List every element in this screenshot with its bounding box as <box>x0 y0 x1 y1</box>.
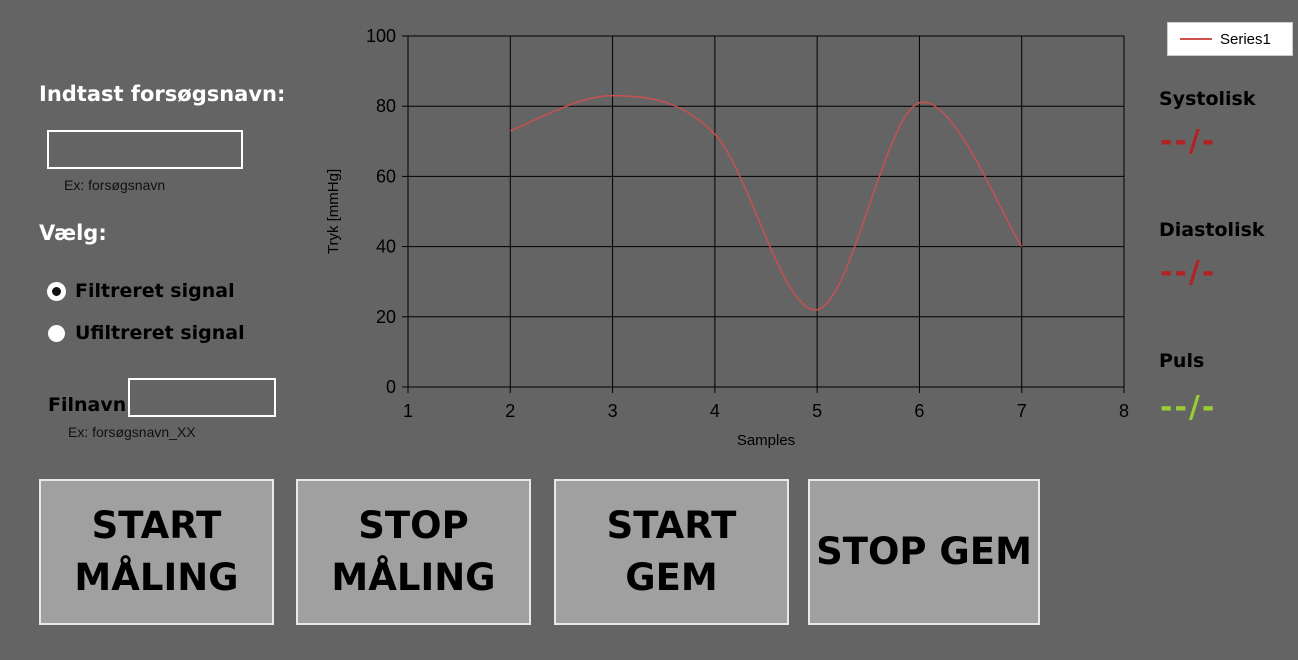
radio-filtered-button[interactable] <box>48 282 65 300</box>
y-tick-label: 100 <box>366 26 396 46</box>
pulse-label: Puls <box>1159 350 1205 372</box>
chart-ticks: 1 2 3 4 5 6 7 8020406080100 <box>366 26 1129 421</box>
x-tick-label: 6 <box>914 401 924 421</box>
filename-input[interactable] <box>128 378 276 417</box>
radio-unfiltered-label: Ufiltreret signal <box>75 322 245 344</box>
stop-measure-button[interactable]: STOP MÅLING <box>296 479 531 625</box>
y-tick-label: 20 <box>376 307 396 327</box>
series1-line <box>510 94 1023 311</box>
y-tick-label: 60 <box>376 166 396 186</box>
start-measure-label: START MÅLING <box>74 504 239 599</box>
pulse-value: --/- <box>1160 390 1217 425</box>
name-heading: Indtast forsøgsnavn: <box>39 82 286 106</box>
x-tick-label: 1 <box>403 401 413 421</box>
chart-grid <box>407 35 1125 388</box>
y-tick-label: 80 <box>376 96 396 116</box>
x-tick-label: 7 <box>1017 401 1027 421</box>
start-measure-button[interactable]: START MÅLING <box>39 479 274 625</box>
start-save-label: START GEM <box>606 504 737 599</box>
systolic-label: Systolisk <box>1159 88 1256 110</box>
x-tick-label: 8 <box>1119 401 1129 421</box>
stop-measure-label: STOP MÅLING <box>331 504 496 599</box>
x-tick-label: 2 <box>505 401 515 421</box>
experiment-name-input[interactable] <box>47 130 243 169</box>
radio-filtered-label: Filtreret signal <box>75 280 235 302</box>
y-tick-label: 40 <box>376 237 396 257</box>
stop-save-label: STOP GEM <box>816 530 1032 573</box>
y-tick-label: 0 <box>386 377 396 397</box>
radio-unfiltered-button[interactable] <box>48 324 65 342</box>
radio-unfiltered-option[interactable]: Ufiltreret signal <box>48 322 245 344</box>
chart-legend: Series1 <box>1167 22 1293 56</box>
filename-hint: Ex: forsøgsnavn_XX <box>68 424 196 440</box>
diastolic-label: Diastolisk <box>1159 219 1265 241</box>
experiment-name-hint: Ex: forsøgsnavn <box>64 177 166 193</box>
legend-series-name: Series1 <box>1220 30 1271 48</box>
legend-swatch <box>1180 38 1212 40</box>
x-tick-label: 3 <box>608 401 618 421</box>
x-tick-label: 5 <box>812 401 822 421</box>
diastolic-value: --/- <box>1160 255 1217 290</box>
radio-filtered-option[interactable]: Filtreret signal <box>48 280 235 302</box>
systolic-value: --/- <box>1160 124 1217 159</box>
start-save-button[interactable]: START GEM <box>554 479 789 625</box>
x-tick-label: 4 <box>710 401 720 421</box>
y-axis-label: Tryk [mmHg] <box>325 169 342 254</box>
pressure-chart: 1 2 3 4 5 6 7 8020406080100 Samples Tryk [mmHg] <box>325 26 1129 449</box>
filename-label: Filnavn: <box>48 394 134 416</box>
choose-heading: Vælg: <box>39 221 107 245</box>
x-axis-label: Samples <box>737 432 795 449</box>
stop-save-button[interactable]: STOP GEM <box>808 479 1040 625</box>
